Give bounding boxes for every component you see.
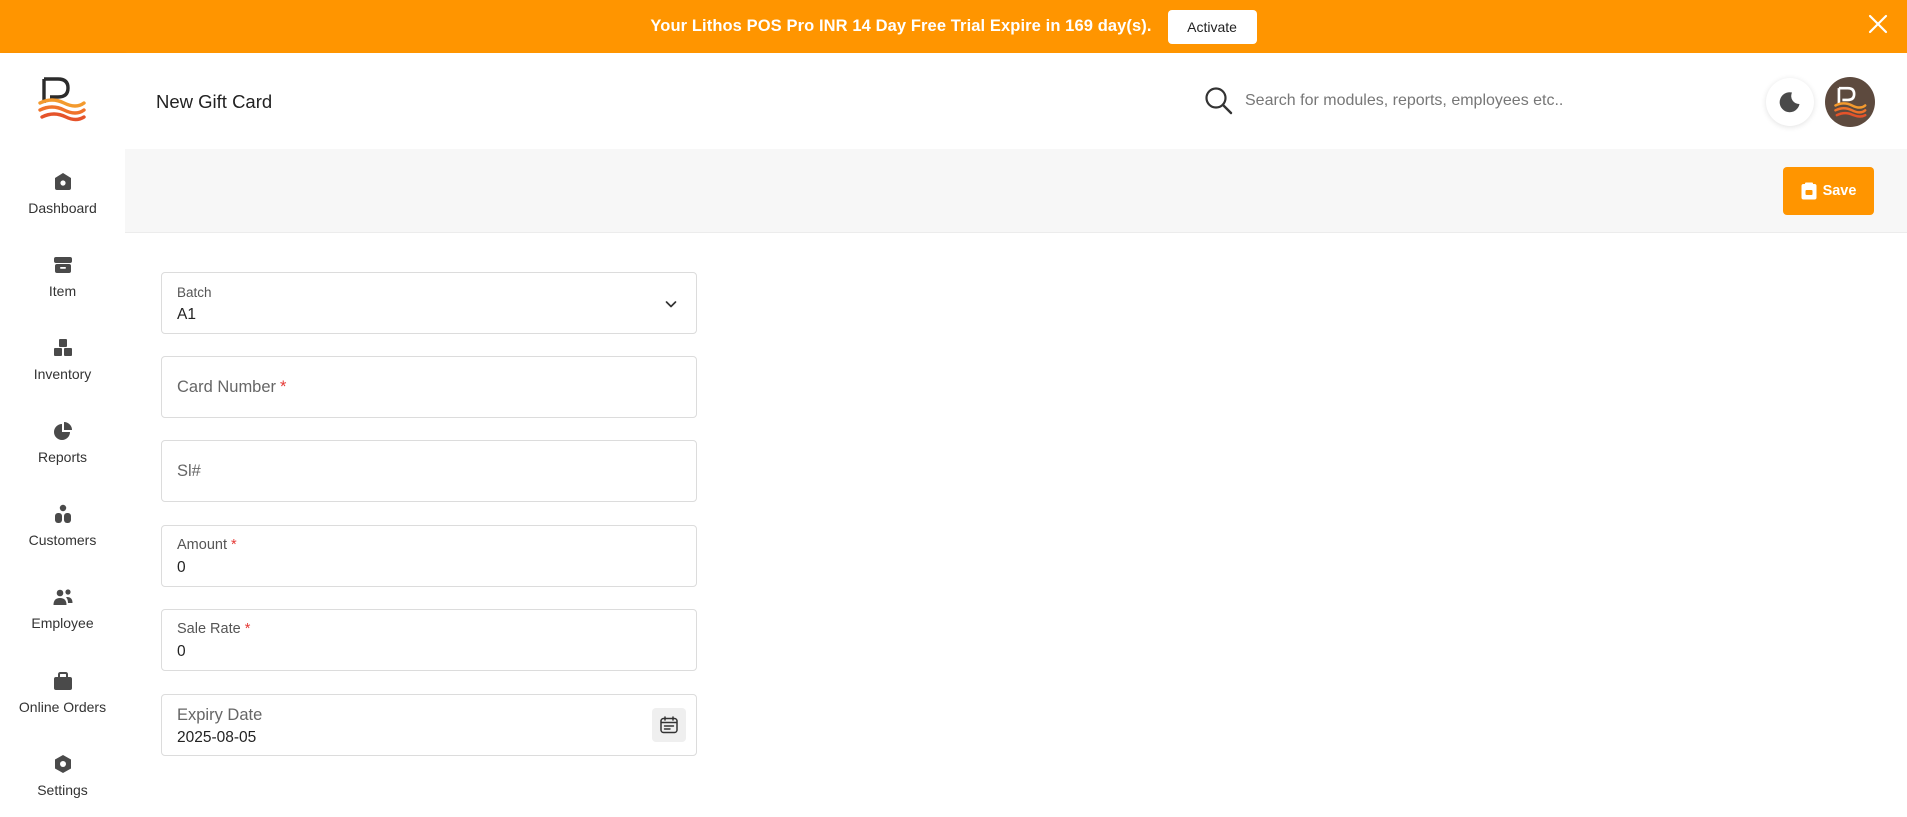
batch-label: Batch [177, 285, 212, 300]
sidebar-item-label: Item [48, 283, 77, 299]
action-toolbar: Save [125, 149, 1907, 233]
sidebar-item-item[interactable]: Item [0, 241, 125, 311]
required-mark: * [230, 537, 237, 553]
sidebar-item-online-orders[interactable]: Online Orders [0, 657, 125, 727]
header: New Gift Card [125, 53, 1907, 149]
save-button-label: Save [1822, 183, 1857, 199]
dashboard-icon [51, 170, 75, 194]
batch-value: A1 [177, 306, 196, 323]
lithos-logo[interactable] [36, 75, 88, 123]
sale-rate-label: Sale Rate * [177, 621, 251, 637]
shopping-bag-icon [51, 669, 75, 693]
sidebar-item-settings[interactable]: Settings [0, 740, 125, 810]
sidebar-item-dashboard[interactable]: Dashboard [0, 158, 125, 228]
sidebar-item-label: Dashboard [28, 200, 97, 216]
expiry-date-label: Expiry Date [177, 706, 263, 724]
sidebar-item-label: Online Orders [18, 699, 107, 715]
search-icon[interactable] [1203, 85, 1235, 117]
sidebar-item-label: Reports [37, 449, 88, 465]
sidebar-item-label: Settings [37, 782, 88, 798]
sidebar: Dashboard Item Inventory Reports Custome… [0, 53, 125, 817]
lithos-logo [1834, 86, 1867, 118]
batch-select[interactable]: Batch A1 [161, 272, 697, 334]
amount-value: 0 [177, 559, 186, 576]
sale-rate-field[interactable]: Sale Rate * 0 [161, 609, 697, 671]
calendar-icon [660, 716, 678, 734]
save-button[interactable]: Save [1783, 167, 1874, 215]
gift-card-form: Batch A1 Card Number * Sl# Amount * 0 Sale… [125, 233, 1907, 817]
sl-no-label: Sl# [177, 462, 201, 480]
people-icon [51, 585, 75, 609]
required-mark: * [280, 378, 287, 396]
theme-toggle[interactable] [1766, 78, 1814, 126]
sale-rate-value: 0 [177, 643, 186, 660]
expiry-date-field[interactable]: Expiry Date 2025-08-05 [161, 694, 697, 756]
sidebar-item-label: Inventory [33, 366, 92, 382]
trial-message: Your Lithos POS Pro INR 14 Day Free Tria… [650, 17, 1152, 35]
sidebar-item-inventory[interactable]: Inventory [0, 324, 125, 394]
customers-icon [51, 502, 75, 526]
chevron-down-icon [665, 301, 677, 308]
amount-field[interactable]: Amount * 0 [161, 525, 697, 587]
trial-banner: Your Lithos POS Pro INR 14 Day Free Tria… [0, 0, 1907, 53]
settings-hex-icon [51, 752, 75, 776]
calendar-button[interactable] [652, 708, 686, 742]
sidebar-item-employee[interactable]: Employee [0, 573, 125, 643]
archive-box-icon [51, 253, 75, 277]
moon-icon [1779, 92, 1800, 113]
card-number-field[interactable]: Card Number * [161, 356, 697, 418]
pie-chart-icon [51, 419, 75, 443]
sidebar-item-label: Employee [31, 615, 94, 631]
close-icon[interactable] [1867, 13, 1889, 35]
amount-label: Amount * [177, 537, 237, 553]
sl-no-field[interactable]: Sl# [161, 440, 697, 502]
boxes-icon [51, 336, 75, 360]
activate-button[interactable]: Activate [1167, 9, 1257, 44]
search-input[interactable] [1245, 83, 1665, 119]
save-disk-icon [1801, 182, 1817, 200]
card-number-label: Card Number * [177, 378, 287, 396]
expiry-date-value: 2025-08-05 [177, 729, 257, 746]
avatar[interactable] [1825, 77, 1875, 127]
sidebar-item-customers[interactable]: Customers [0, 490, 125, 560]
sidebar-item-reports[interactable]: Reports [0, 407, 125, 477]
page-title: New Gift Card [156, 91, 273, 112]
required-mark: * [244, 621, 251, 637]
sidebar-item-label: Customers [28, 532, 97, 548]
